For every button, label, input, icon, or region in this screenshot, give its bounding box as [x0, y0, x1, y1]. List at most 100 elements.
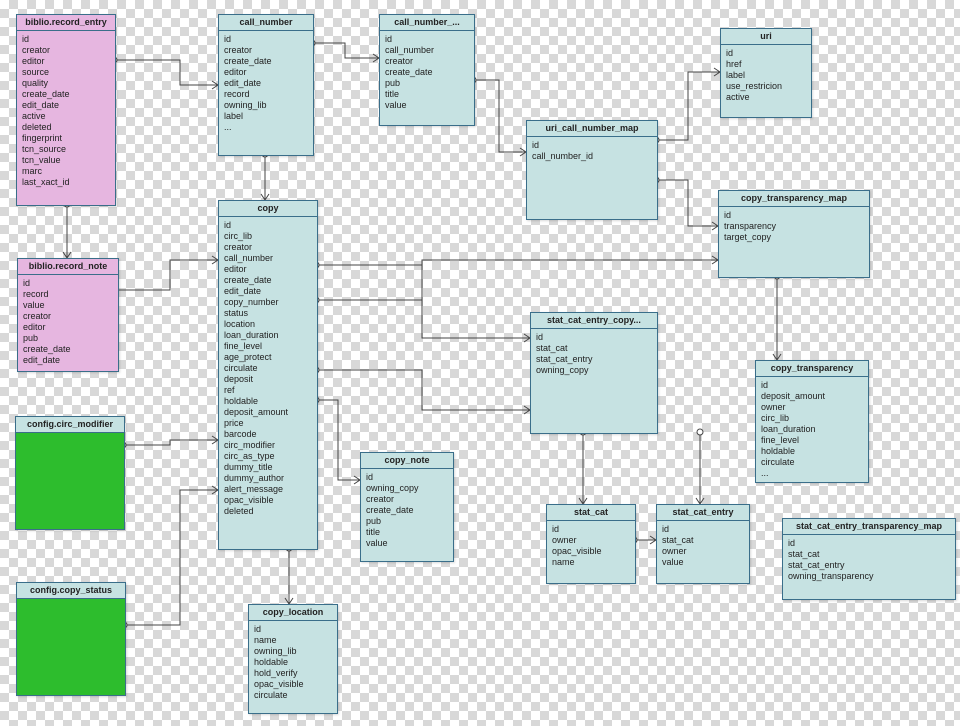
- table-copy_note[interactable]: copy_noteidowning_copycreatorcreate_date…: [360, 452, 454, 562]
- table-field: id: [532, 140, 652, 151]
- table-field: opac_visible: [224, 495, 312, 506]
- table-field: pub: [385, 78, 469, 89]
- table-fields: idcreatoreditorsourcequalitycreate_datee…: [17, 31, 115, 191]
- table-field: stat_cat_entry: [536, 354, 652, 365]
- table-field: fine_level: [761, 435, 863, 446]
- table-fields: idhreflabeluse_restricionactive: [721, 45, 811, 106]
- table-field: deposit_amount: [761, 391, 863, 402]
- table-field: transparency: [724, 221, 864, 232]
- table-field: edit_date: [224, 286, 312, 297]
- table-stat_cat[interactable]: stat_catidowneropac_visiblename: [546, 504, 636, 584]
- table-uri[interactable]: uriidhreflabeluse_restricionactive: [720, 28, 812, 118]
- table-field: call_number_id: [532, 151, 652, 162]
- table-field: deleted: [224, 506, 312, 517]
- table-field: circ_as_type: [224, 451, 312, 462]
- table-stat_cat_entry_copy[interactable]: stat_cat_entry_copy...idstat_catstat_cat…: [530, 312, 658, 434]
- table-uri_call_number_map[interactable]: uri_call_number_mapidcall_number_id: [526, 120, 658, 220]
- table-field: owner: [552, 535, 630, 546]
- table-field: id: [385, 34, 469, 45]
- table-field: pub: [366, 516, 448, 527]
- table-field: name: [254, 635, 332, 646]
- table-field: loan_duration: [224, 330, 312, 341]
- table-title: copy_transparency_map: [719, 191, 869, 207]
- table-fields: idstat_catstat_cat_entryowning_transpare…: [783, 535, 955, 585]
- table-copy_transparency_map[interactable]: copy_transparency_mapidtransparencytarge…: [718, 190, 870, 278]
- table-fields: [16, 433, 124, 449]
- table-field: owning_lib: [224, 100, 308, 111]
- table-field: circulate: [254, 690, 332, 701]
- table-field: create_date: [224, 275, 312, 286]
- table-field: stat_cat: [536, 343, 652, 354]
- table-call_number_note[interactable]: call_number_...idcall_numbercreatorcreat…: [379, 14, 475, 126]
- table-field: fingerprint: [22, 133, 110, 144]
- table-title: uri_call_number_map: [527, 121, 657, 137]
- table-field: id: [552, 524, 630, 535]
- table-stat_cat_entry_transparency_map[interactable]: stat_cat_entry_transparency_mapidstat_ca…: [782, 518, 956, 600]
- table-title: copy_transparency: [756, 361, 868, 377]
- table-fields: idcirc_libcreatorcall_numbereditorcreate…: [219, 217, 317, 520]
- table-title: call_number_...: [380, 15, 474, 31]
- table-title: config.copy_status: [17, 583, 125, 599]
- table-field: editor: [224, 264, 312, 275]
- table-field: stat_cat_entry: [788, 560, 950, 571]
- table-field: alert_message: [224, 484, 312, 495]
- table-field: title: [366, 527, 448, 538]
- table-field: id: [254, 624, 332, 635]
- table-copy_location[interactable]: copy_locationidnameowning_libholdablehol…: [248, 604, 338, 714]
- table-title: biblio.record_note: [18, 259, 118, 275]
- table-field: age_protect: [224, 352, 312, 363]
- table-field: ref: [224, 385, 312, 396]
- table-fields: idnameowning_libholdablehold_verifyopac_…: [249, 621, 337, 704]
- table-field: id: [724, 210, 864, 221]
- table-field: fine_level: [224, 341, 312, 352]
- table-field: value: [366, 538, 448, 549]
- table-field: circulate: [224, 363, 312, 374]
- table-field: owning_lib: [254, 646, 332, 657]
- table-field: title: [385, 89, 469, 100]
- table-biblio_record_note[interactable]: biblio.record_noteidrecordvaluecreatored…: [17, 258, 119, 372]
- table-title: biblio.record_entry: [17, 15, 115, 31]
- table-field: id: [22, 34, 110, 45]
- table-field: tcn_source: [22, 144, 110, 155]
- table-title: copy_location: [249, 605, 337, 621]
- table-field: price: [224, 418, 312, 429]
- table-field: create_date: [224, 56, 308, 67]
- table-fields: idowning_copycreatorcreate_datepubtitlev…: [361, 469, 453, 552]
- table-field: editor: [23, 322, 113, 333]
- table-field: ...: [224, 122, 308, 133]
- table-config_circ_modifier[interactable]: config.circ_modifier: [15, 416, 125, 530]
- table-field: creator: [224, 45, 308, 56]
- table-field: tcn_value: [22, 155, 110, 166]
- table-title: config.circ_modifier: [16, 417, 124, 433]
- table-field: quality: [22, 78, 110, 89]
- table-field: deposit_amount: [224, 407, 312, 418]
- table-field: id: [224, 220, 312, 231]
- table-field: owning_copy: [366, 483, 448, 494]
- table-field: creator: [385, 56, 469, 67]
- table-field: id: [761, 380, 863, 391]
- table-field: marc: [22, 166, 110, 177]
- table-field: creator: [23, 311, 113, 322]
- table-field: owning_transparency: [788, 571, 950, 582]
- table-field: holdable: [761, 446, 863, 457]
- table-biblio_record_entry[interactable]: biblio.record_entryidcreatoreditorsource…: [16, 14, 116, 206]
- table-call_number[interactable]: call_numberidcreatorcreate_dateeditoredi…: [218, 14, 314, 156]
- table-field: dummy_author: [224, 473, 312, 484]
- table-stat_cat_entry[interactable]: stat_cat_entryidstat_catownervalue: [656, 504, 750, 584]
- table-field: ...: [761, 468, 863, 479]
- table-field: source: [22, 67, 110, 78]
- table-field: id: [726, 48, 806, 59]
- table-fields: idcall_number_id: [527, 137, 657, 165]
- table-field: edit_date: [22, 100, 110, 111]
- table-field: use_restricion: [726, 81, 806, 92]
- table-field: create_date: [23, 344, 113, 355]
- table-copy_transparency[interactable]: copy_transparencyiddeposit_amountownerci…: [755, 360, 869, 483]
- table-field: create_date: [366, 505, 448, 516]
- table-copy[interactable]: copyidcirc_libcreatorcall_numbereditorcr…: [218, 200, 318, 550]
- table-fields: idtransparencytarget_copy: [719, 207, 869, 246]
- table-config_copy_status[interactable]: config.copy_status: [16, 582, 126, 696]
- table-field: call_number: [385, 45, 469, 56]
- table-title: stat_cat: [547, 505, 635, 521]
- table-field: label: [726, 70, 806, 81]
- table-field: deposit: [224, 374, 312, 385]
